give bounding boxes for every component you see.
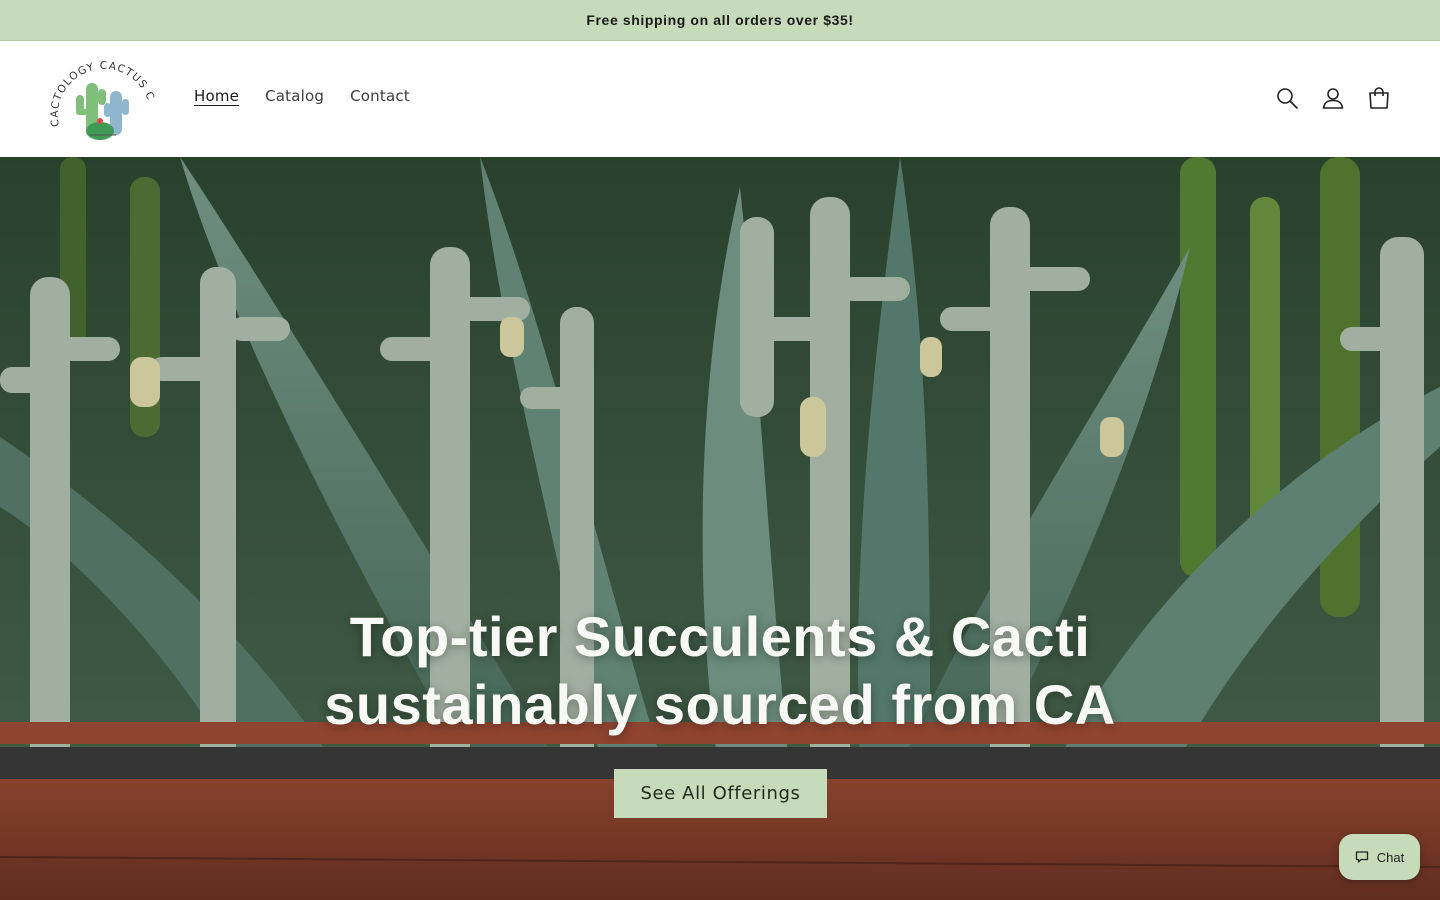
nav-contact[interactable]: Contact bbox=[350, 87, 410, 105]
chat-bubble-icon bbox=[1355, 851, 1368, 863]
cart-icon bbox=[1369, 87, 1389, 109]
hero-heading-line1: Top-tier Succulents & Cacti bbox=[349, 605, 1091, 668]
site-logo[interactable]: CACTOLOGY CACTUS CO. bbox=[45, 42, 158, 147]
nav-home[interactable]: Home bbox=[194, 87, 239, 105]
chat-label: Chat bbox=[1376, 849, 1405, 865]
announcement-text: Free shipping on all orders over $35! bbox=[586, 12, 854, 28]
logo-cactus-icon: CACTOLOGY CACTUS CO. bbox=[45, 42, 155, 140]
hero-banner: Top-tier Succulents & Cacti sustainably … bbox=[0, 157, 1440, 900]
account-button[interactable] bbox=[1320, 81, 1346, 115]
hero-heading-line2: sustainably sourced from CA bbox=[324, 673, 1116, 736]
header-icons bbox=[1274, 81, 1392, 115]
nav-catalog[interactable]: Catalog bbox=[265, 87, 324, 105]
search-icon bbox=[1277, 88, 1298, 109]
announcement-bar: Free shipping on all orders over $35! bbox=[0, 0, 1440, 41]
account-icon bbox=[1322, 88, 1344, 109]
search-button[interactable] bbox=[1274, 81, 1300, 115]
main-nav: Home Catalog Contact bbox=[194, 87, 410, 105]
hero-heading: Top-tier Succulents & Cacti sustainably … bbox=[0, 603, 1440, 739]
cart-button[interactable] bbox=[1366, 81, 1392, 115]
see-all-offerings-button[interactable]: See All Offerings bbox=[614, 769, 827, 818]
chat-button[interactable]: Chat bbox=[1339, 834, 1420, 880]
site-header: CACTOLOGY CACTUS CO. Home Catalog Contac… bbox=[0, 41, 1440, 157]
